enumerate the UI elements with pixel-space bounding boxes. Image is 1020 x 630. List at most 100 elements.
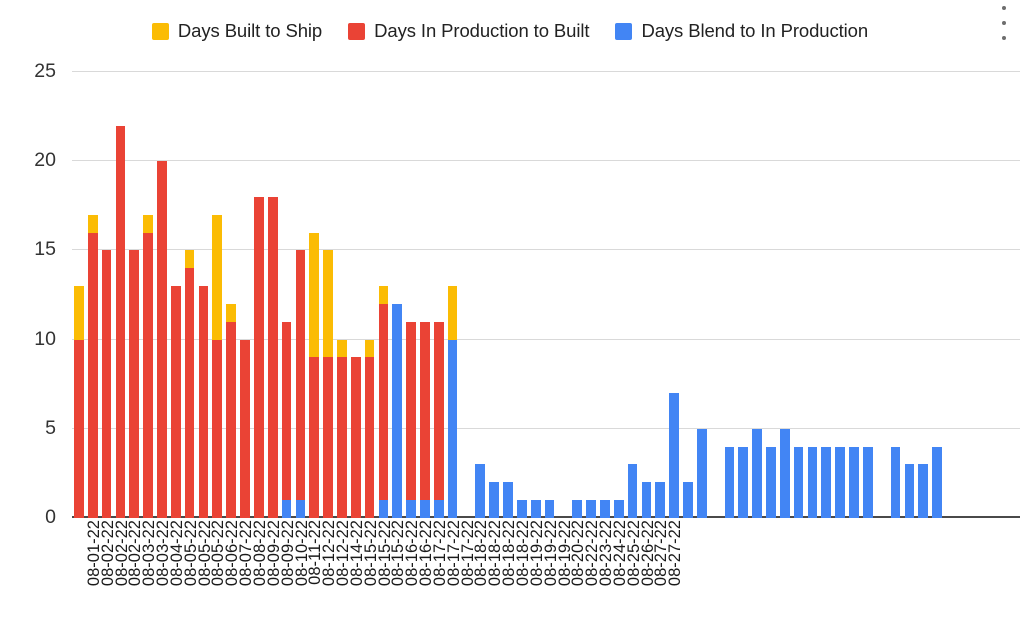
bar-column[interactable] <box>101 72 112 518</box>
bar-column[interactable] <box>267 72 278 518</box>
chart-page: Days Built to Ship Days In Production to … <box>0 0 1020 630</box>
segment-blend-to-in-production <box>752 428 762 518</box>
segment-blend-to-in-production <box>586 500 596 518</box>
bar-column[interactable] <box>475 72 486 518</box>
segment-in-production-to-built <box>323 357 333 518</box>
bar-column[interactable] <box>711 72 721 518</box>
bar-column[interactable] <box>655 72 666 518</box>
segment-in-production-to-built <box>74 339 84 518</box>
bar-column[interactable] <box>627 72 638 518</box>
y-axis-labels: 0 5 10 15 20 25 <box>0 60 64 528</box>
bar-column[interactable] <box>904 72 915 518</box>
segment-blend-to-in-production <box>904 464 915 518</box>
y-tick-label: 5 <box>45 416 56 439</box>
segment-built-to-ship <box>143 214 153 233</box>
bar-column[interactable] <box>752 72 762 518</box>
bar-column[interactable] <box>392 72 403 518</box>
bar-column[interactable] <box>890 72 901 518</box>
bar-column[interactable] <box>350 72 361 518</box>
bar-column[interactable] <box>558 72 568 518</box>
bar-column[interactable] <box>143 72 153 518</box>
bar-column[interactable] <box>918 72 929 518</box>
bar-column[interactable] <box>87 72 98 518</box>
segment-blend-to-in-production <box>793 446 804 518</box>
bar-column[interactable] <box>683 72 693 518</box>
bar-column[interactable] <box>849 72 859 518</box>
bar-column[interactable] <box>696 72 707 518</box>
bar-column[interactable] <box>406 72 416 518</box>
segment-built-to-ship <box>447 286 458 340</box>
bar-column[interactable] <box>198 72 209 518</box>
bar-column[interactable] <box>835 72 845 518</box>
bar-column[interactable] <box>821 72 832 518</box>
segment-blend-to-in-production <box>475 464 486 518</box>
bar-column[interactable] <box>337 72 347 518</box>
bar-column[interactable] <box>184 72 195 518</box>
bar-column[interactable] <box>212 72 223 518</box>
bar-column[interactable] <box>281 72 292 518</box>
bar-column[interactable] <box>309 72 320 518</box>
bar-column[interactable] <box>323 72 333 518</box>
segment-built-to-ship <box>87 214 98 233</box>
segment-blend-to-in-production <box>890 446 901 518</box>
bar-column[interactable] <box>433 72 444 518</box>
bar-column[interactable] <box>503 72 513 518</box>
bar-column[interactable] <box>669 72 679 518</box>
bar-column[interactable] <box>254 72 264 518</box>
bar-column[interactable] <box>115 72 126 518</box>
bar-column[interactable] <box>544 72 555 518</box>
segment-blend-to-in-production <box>378 500 389 518</box>
segment-blend-to-in-production <box>516 500 527 518</box>
bar-column[interactable] <box>462 72 472 518</box>
bar-column[interactable] <box>420 72 430 518</box>
bar-column[interactable] <box>74 72 84 518</box>
segment-blend-to-in-production <box>572 500 583 518</box>
bar-column[interactable] <box>613 72 624 518</box>
bar-column[interactable] <box>240 72 250 518</box>
bar-column[interactable] <box>960 72 970 518</box>
bar-column[interactable] <box>129 72 140 518</box>
bar-column[interactable] <box>862 72 873 518</box>
segment-blend-to-in-production <box>392 303 403 518</box>
segment-blend-to-in-production <box>447 339 458 518</box>
segment-built-to-ship <box>323 250 333 358</box>
bar-column[interactable] <box>364 72 375 518</box>
bar-column[interactable] <box>1015 72 1020 518</box>
bar-column[interactable] <box>946 72 956 518</box>
bar-column[interactable] <box>516 72 527 518</box>
bar-column[interactable] <box>779 72 790 518</box>
bar-column[interactable] <box>572 72 583 518</box>
bar-column[interactable] <box>447 72 458 518</box>
segment-in-production-to-built <box>254 196 264 518</box>
bar-column[interactable] <box>766 72 776 518</box>
y-tick-label: 15 <box>34 238 56 261</box>
bar-column[interactable] <box>226 72 236 518</box>
bar-column[interactable] <box>974 72 984 518</box>
bar-column[interactable] <box>530 72 541 518</box>
bar-column[interactable] <box>1001 72 1011 518</box>
bar-column[interactable] <box>988 72 998 518</box>
segment-in-production-to-built <box>240 339 250 518</box>
segment-in-production-to-built <box>281 321 292 501</box>
bar-column[interactable] <box>807 72 818 518</box>
y-tick-label: 10 <box>34 327 56 350</box>
bar-column[interactable] <box>170 72 181 518</box>
segment-built-to-ship <box>364 339 375 358</box>
bar-column[interactable] <box>157 72 167 518</box>
bar-column[interactable] <box>600 72 610 518</box>
bar-column[interactable] <box>793 72 804 518</box>
segment-blend-to-in-production <box>779 428 790 518</box>
bar-column[interactable] <box>641 72 652 518</box>
segment-blend-to-in-production <box>641 482 652 518</box>
bar-column[interactable] <box>295 72 306 518</box>
bar-column[interactable] <box>932 72 942 518</box>
bar-column[interactable] <box>724 72 735 518</box>
segment-blend-to-in-production <box>600 500 610 518</box>
segment-blend-to-in-production <box>613 500 624 518</box>
bar-column[interactable] <box>489 72 499 518</box>
bar-column[interactable] <box>378 72 389 518</box>
segment-in-production-to-built <box>157 161 167 518</box>
bar-column[interactable] <box>877 72 887 518</box>
bar-column[interactable] <box>586 72 596 518</box>
bar-column[interactable] <box>738 72 749 518</box>
